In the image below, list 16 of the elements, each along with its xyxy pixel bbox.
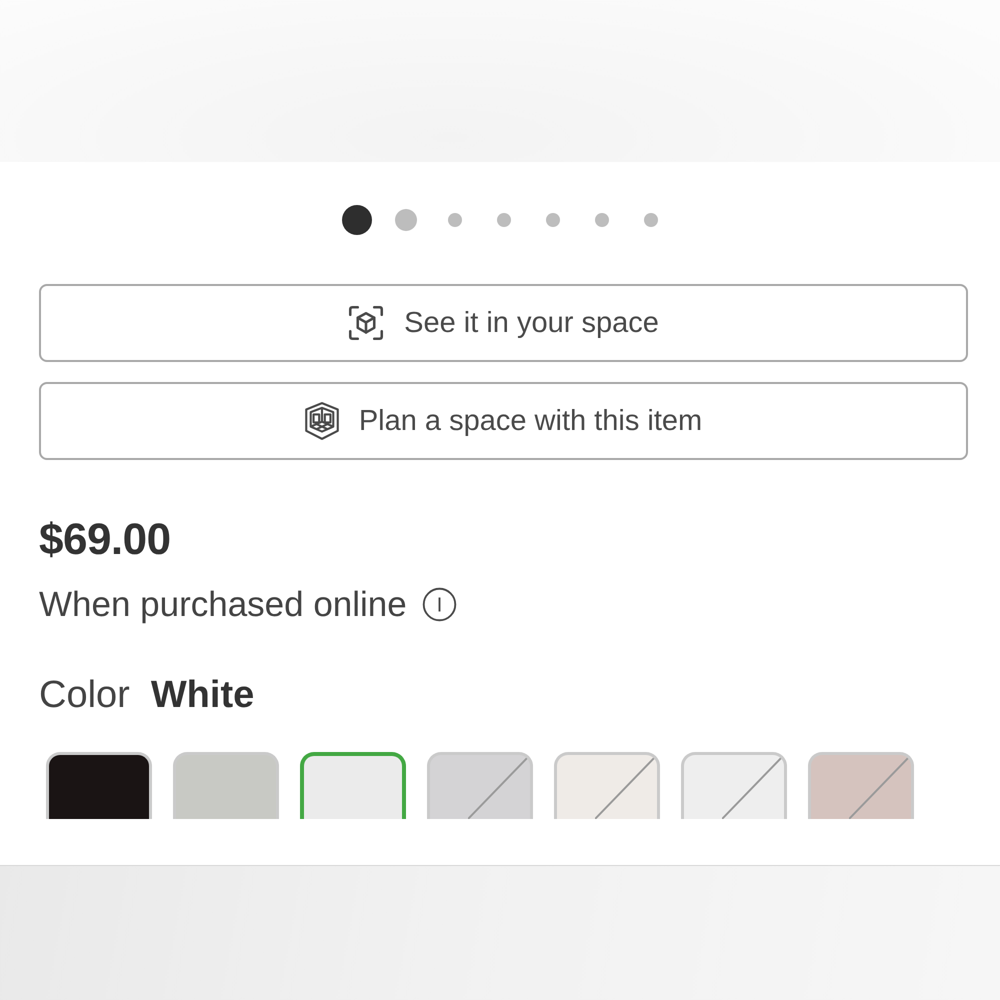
- plan-space-button[interactable]: Plan a space with this item: [39, 382, 968, 460]
- color-swatch[interactable]: [173, 752, 279, 820]
- color-swatch[interactable]: [681, 752, 787, 820]
- color-label: Color: [39, 672, 130, 718]
- price: $69.00: [39, 514, 171, 566]
- color-swatch[interactable]: [554, 752, 660, 820]
- room-3d-icon: [304, 402, 339, 440]
- selected-color-name: White: [150, 672, 254, 718]
- price-note: When purchased online: [39, 584, 407, 626]
- cube-scan-icon: [348, 305, 384, 341]
- color-swatch[interactable]: [46, 752, 152, 820]
- color-swatch[interactable]: [427, 752, 533, 820]
- view-in-room-button[interactable]: See it in your space: [39, 284, 968, 362]
- color-swatch[interactable]: [300, 752, 406, 820]
- color-swatch[interactable]: [808, 752, 914, 820]
- info-icon[interactable]: [422, 587, 457, 622]
